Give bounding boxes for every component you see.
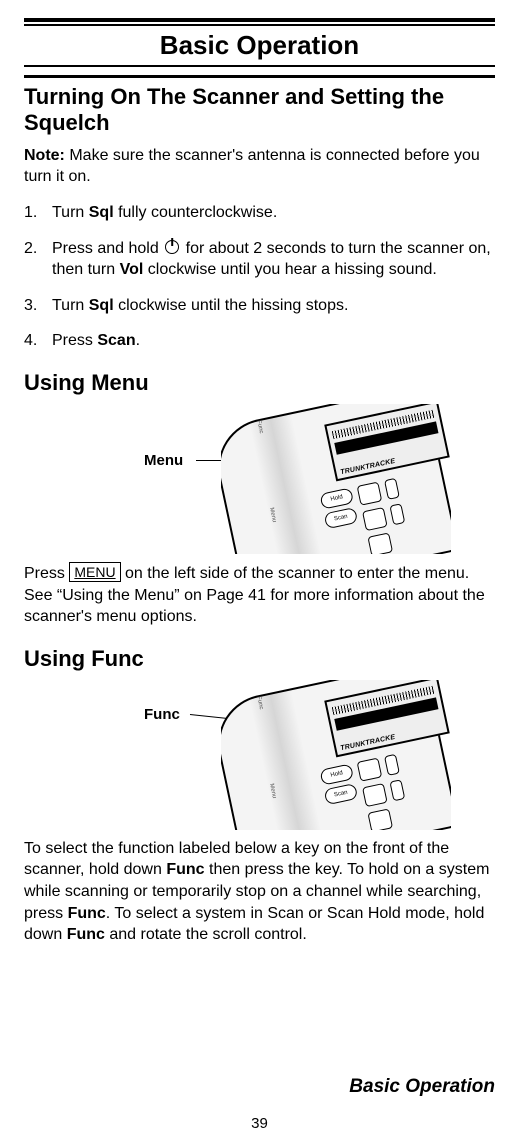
top-double-rule — [24, 18, 495, 26]
step-text: clockwise until you hear a hissing sound… — [143, 261, 437, 278]
key-4 — [362, 507, 388, 531]
step-1: 1. Turn Sql fully counterclockwise. — [24, 202, 495, 224]
step-body: Turn Sql fully counterclockwise. — [52, 202, 495, 224]
step-text: Press and hold — [52, 240, 163, 257]
key-7 — [367, 532, 393, 554]
step-text: Turn — [52, 297, 89, 314]
bold: Func — [166, 861, 204, 878]
key-partial — [389, 503, 405, 525]
step-text: clockwise until the hissing stops. — [114, 297, 349, 314]
text: Press — [24, 565, 69, 582]
step-3: 3. Turn Sql clockwise until the hissing … — [24, 295, 495, 317]
footer-section-title: Basic Operation — [349, 1076, 495, 1098]
key-4 — [362, 783, 388, 807]
title-underline — [24, 65, 495, 67]
heading-using-func: Using Func — [24, 646, 495, 672]
step-4: 4. Press Scan. — [24, 330, 495, 352]
key-hold: Hold — [319, 763, 354, 785]
step-number: 2. — [24, 238, 52, 281]
step-bold: Sql — [89, 297, 114, 314]
step-bold: Vol — [120, 261, 144, 278]
step-bold: Sql — [89, 204, 114, 221]
page-title: Basic Operation — [24, 30, 495, 61]
text: and rotate the scroll control. — [105, 926, 307, 943]
func-description: To select the function labeled below a k… — [24, 838, 495, 946]
figure-func: Func UNID Func Menu TRUNKTRACKE Hold Sca… — [24, 680, 495, 830]
menu-description: Press MENU on the left side of the scann… — [24, 562, 495, 628]
device-illustration: UNID Func Menu TRUNKTRACKE Hold Scan — [221, 680, 451, 830]
step-body: Turn Sql clockwise until the hissing sto… — [52, 295, 495, 317]
key-partial — [384, 478, 400, 500]
steps-list: 1. Turn Sql fully counterclockwise. 2. P… — [24, 202, 495, 352]
step-2: 2. Press and hold for about 2 seconds to… — [24, 238, 495, 281]
section-rule — [24, 75, 495, 78]
step-number: 1. — [24, 202, 52, 224]
step-body: Press and hold for about 2 seconds to tu… — [52, 238, 495, 281]
note-label: Note: — [24, 147, 65, 164]
menu-button-label: MENU — [69, 562, 120, 582]
key-scan: Scan — [324, 783, 359, 805]
key-hold: Hold — [319, 487, 354, 509]
step-number: 3. — [24, 295, 52, 317]
page-number: 39 — [251, 1115, 268, 1132]
step-text: Turn — [52, 204, 89, 221]
key-partial — [384, 754, 400, 776]
note-paragraph: Note: Make sure the scanner's antenna is… — [24, 145, 495, 188]
bold: Func — [67, 926, 105, 943]
step-body: Press Scan. — [52, 330, 495, 352]
step-text: Press — [52, 332, 97, 349]
figure-label-menu: Menu — [144, 452, 183, 469]
key-7 — [367, 808, 393, 830]
key-1 — [357, 757, 383, 781]
figure-menu: Menu Func Menu TRUNKTRACKE Hold Scan — [24, 404, 495, 554]
step-text: fully counterclockwise. — [114, 204, 278, 221]
note-body: Make sure the scanner's antenna is conne… — [24, 147, 480, 186]
bold: Func — [68, 905, 106, 922]
step-bold: Scan — [97, 332, 135, 349]
heading-turning-on: Turning On The Scanner and Setting the S… — [24, 84, 495, 137]
power-icon — [165, 240, 179, 254]
key-partial — [389, 779, 405, 801]
heading-using-menu: Using Menu — [24, 370, 495, 396]
key-scan: Scan — [324, 507, 359, 529]
step-text: . — [136, 332, 140, 349]
device-illustration: Func Menu TRUNKTRACKE Hold Scan — [221, 404, 451, 554]
figure-label-func: Func — [144, 706, 180, 723]
step-number: 4. — [24, 330, 52, 352]
key-1 — [357, 482, 383, 506]
